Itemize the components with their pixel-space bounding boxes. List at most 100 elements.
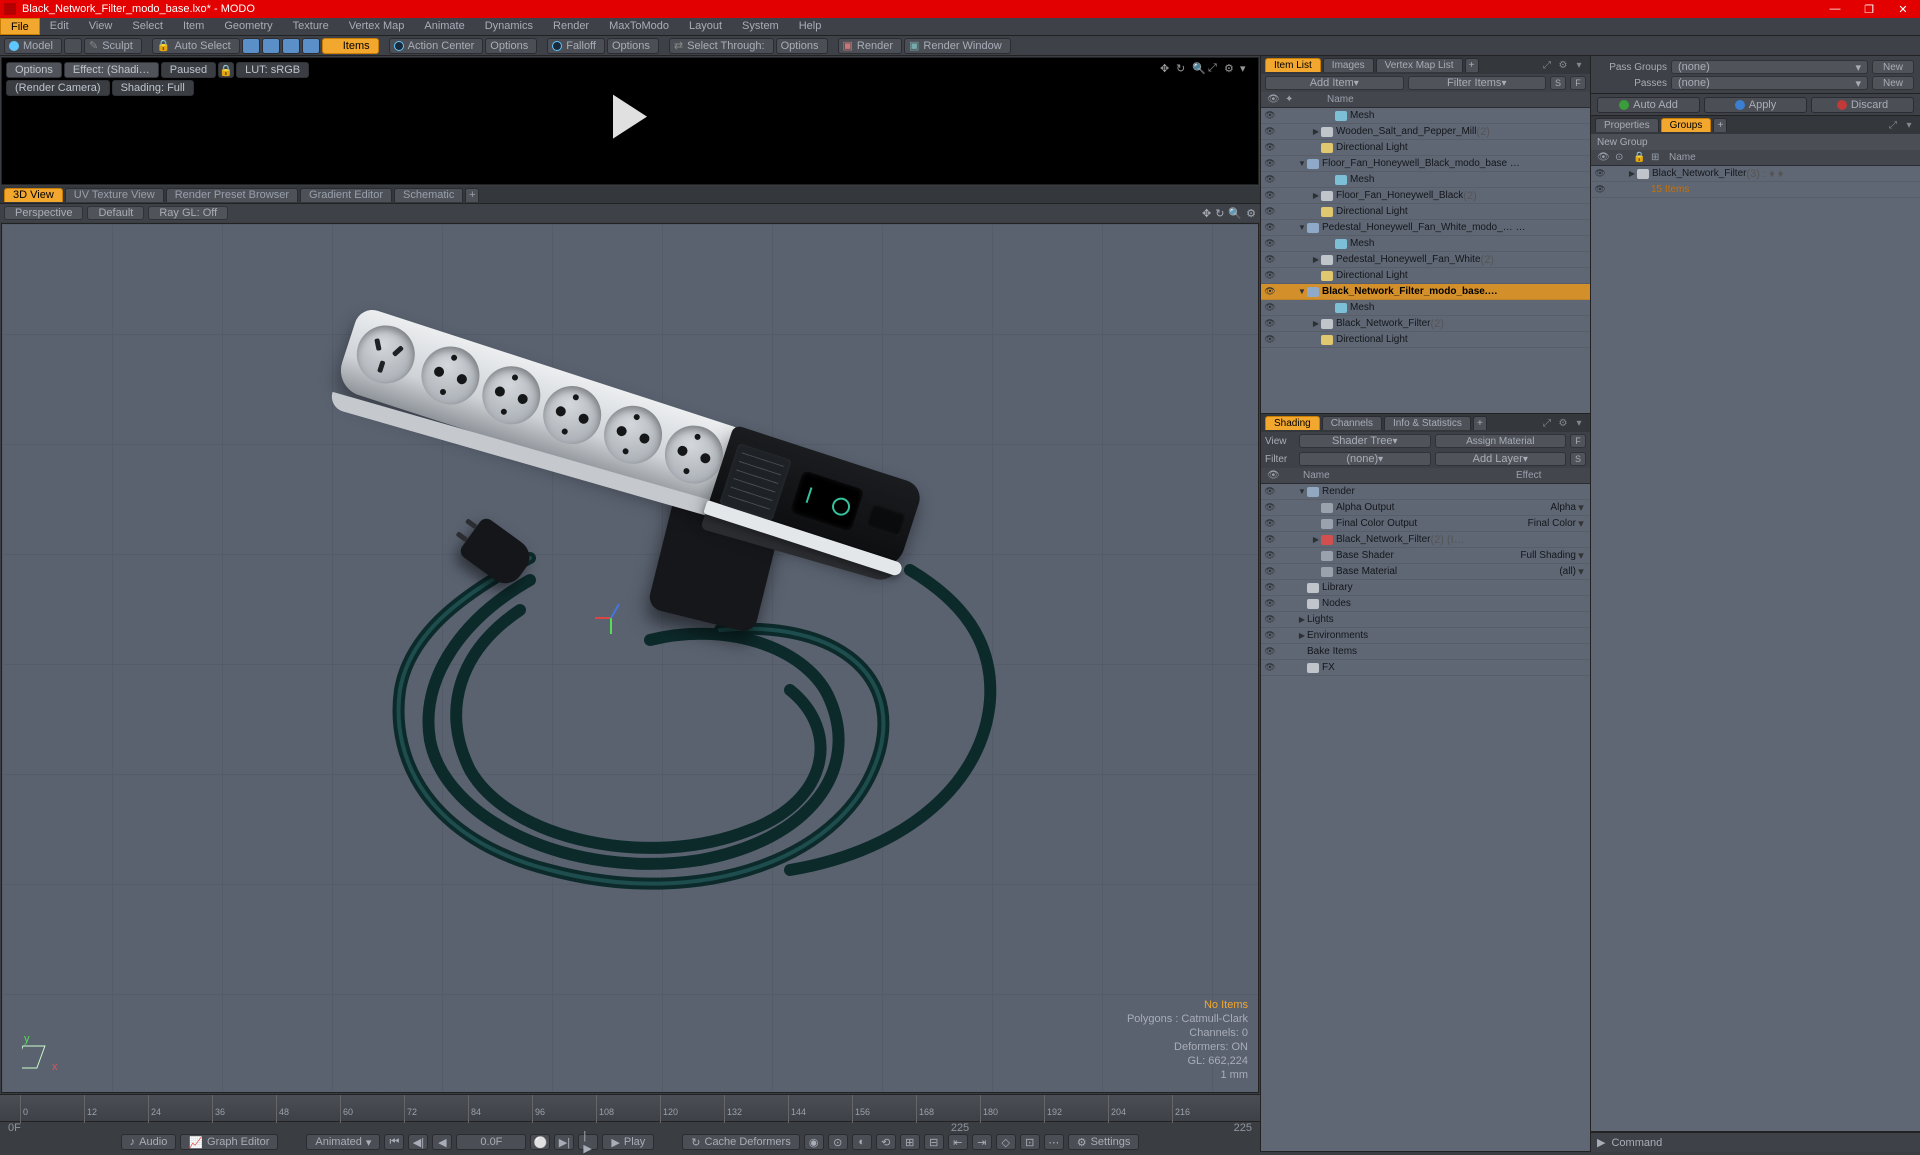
mode-sculpt[interactable]: ✎Sculpt [84, 38, 142, 54]
prev-zoom-icon[interactable]: 🔍 [1192, 62, 1206, 76]
play-icon[interactable] [613, 95, 647, 139]
pg-dropdown[interactable]: (none)▾ [1671, 60, 1868, 74]
tree-row[interactable]: 👁Alpha OutputAlpha▾ [1261, 500, 1590, 516]
sh-menu-icon[interactable]: ▾ [1572, 416, 1586, 430]
sh-filter-dropdown[interactable]: (none) ▾ [1299, 452, 1431, 466]
gr-name-header[interactable]: Name [1663, 152, 1920, 163]
tab-vertex-map-list[interactable]: Vertex Map List [1376, 58, 1463, 72]
sel-items[interactable]: Items [322, 38, 379, 54]
vp-rotate-icon[interactable]: ↻ [1215, 207, 1224, 220]
close-button[interactable]: ✕ [1886, 0, 1920, 18]
maximize-button[interactable]: ❐ [1852, 0, 1886, 18]
menu-system[interactable]: System [732, 18, 789, 35]
tl-i9[interactable]: ◇ [996, 1134, 1016, 1150]
sh-expand-icon[interactable]: ⤢ [1540, 416, 1554, 430]
tree-row[interactable]: 👁Final Color OutputFinal Color▾ [1261, 516, 1590, 532]
tab-channels[interactable]: Channels [1322, 416, 1382, 430]
tab-add[interactable]: + [1713, 118, 1727, 132]
tree-row[interactable]: 👁▶Black_Network_Filter (3) : ♦ ♦ [1591, 166, 1920, 182]
tree-row[interactable]: 👁Mesh [1261, 236, 1590, 252]
add-item-dropdown[interactable]: Add Item ▾ [1265, 76, 1404, 90]
menu-file[interactable]: File [0, 18, 40, 35]
prev-lut[interactable]: LUT: sRGB [236, 62, 309, 78]
groups-tree[interactable]: 👁▶Black_Network_Filter (3) : ♦ ♦👁15 Item… [1591, 166, 1920, 1131]
tl-first-icon[interactable]: ⏮ [384, 1134, 404, 1150]
gr-expand-icon[interactable]: ⤢ [1886, 118, 1900, 132]
sel-vert-icon[interactable] [242, 38, 260, 54]
menu-animate[interactable]: Animate [414, 18, 474, 35]
tab-add[interactable]: + [1465, 58, 1479, 72]
tree-row[interactable]: 👁▼Render [1261, 484, 1590, 500]
vtab-gradient-editor[interactable]: Gradient Editor [300, 188, 392, 202]
tl-i1[interactable]: ◉ [804, 1134, 824, 1150]
prev-effect[interactable]: Effect: (Shadi… [64, 62, 159, 78]
sel-edge-icon[interactable] [262, 38, 280, 54]
minimize-button[interactable]: — [1818, 0, 1852, 18]
tree-row[interactable]: 👁▶Environments [1261, 628, 1590, 644]
command-bar[interactable]: ▶Command [1591, 1132, 1920, 1152]
tab-info-statistics[interactable]: Info & Statistics [1384, 416, 1471, 430]
tl-i3[interactable]: ◐ [852, 1134, 872, 1150]
shader-tree-dropdown[interactable]: Shader Tree ▾ [1299, 434, 1431, 448]
render-preview[interactable]: Options Effect: (Shadi… Paused 🔒 LUT: sR… [1, 57, 1259, 185]
sh-eye-header[interactable]: 👁 [1261, 470, 1279, 481]
prev-paused[interactable]: Paused [161, 62, 216, 78]
tl-prev-icon[interactable]: ◀ [432, 1134, 452, 1150]
menu-texture[interactable]: Texture [283, 18, 339, 35]
menu-edit[interactable]: Edit [40, 18, 79, 35]
timeline-ruler[interactable]: 0122436486072849610812013214415616818019… [0, 1095, 1260, 1122]
tree-row[interactable]: 👁▼Pedestal_Honeywell_Fan_White_modo_… … [1261, 220, 1590, 236]
passes-dropdown[interactable]: (none)▾ [1671, 76, 1868, 90]
gr-h3[interactable]: 🔒 [1627, 152, 1645, 163]
menu-render[interactable]: Render [543, 18, 599, 35]
menu-help[interactable]: Help [789, 18, 832, 35]
falloff[interactable]: Falloff [547, 38, 605, 54]
tree-row[interactable]: 👁Bake Items [1261, 644, 1590, 660]
apply-button[interactable]: Apply [1704, 97, 1807, 113]
sh-f-button[interactable]: F [1570, 434, 1586, 448]
tree-row[interactable]: 👁Nodes [1261, 596, 1590, 612]
prev-shading[interactable]: Shading: Full [112, 80, 194, 96]
auto-add-button[interactable]: Auto Add [1597, 97, 1700, 113]
prev-expand-icon[interactable]: ⤢ [1208, 62, 1222, 76]
il-col2-header[interactable]: ✦ [1279, 94, 1297, 105]
tl-i11[interactable]: ⋯ [1044, 1134, 1064, 1150]
tree-row[interactable]: 👁Mesh [1261, 108, 1590, 124]
vtab-3d-view[interactable]: 3D View [4, 188, 63, 202]
vp-move-icon[interactable]: ✥ [1202, 207, 1211, 220]
vp-default[interactable]: Default [87, 206, 144, 220]
menu-dynamics[interactable]: Dynamics [475, 18, 543, 35]
vtab-render-preset-browser[interactable]: Render Preset Browser [166, 188, 298, 202]
tab-shading[interactable]: Shading [1265, 416, 1320, 430]
tl-graph[interactable]: 📈 Graph Editor [180, 1134, 278, 1150]
tl-i10[interactable]: ⊡ [1020, 1134, 1040, 1150]
sh-name-header[interactable]: Name [1297, 470, 1510, 481]
tree-row[interactable]: 👁Base Material(all)▾ [1261, 564, 1590, 580]
discard-button[interactable]: Discard [1811, 97, 1914, 113]
item-list-tree[interactable]: 👁Mesh👁▶Wooden_Salt_and_Pepper_Mill (2)👁D… [1261, 108, 1590, 413]
viewport-axis-widget[interactable]: yx [22, 1032, 62, 1072]
add-layer-dropdown[interactable]: Add Layer ▾ [1435, 452, 1567, 466]
panel-gear-icon[interactable]: ⚙ [1556, 58, 1570, 72]
tree-row[interactable]: 👁▶Black_Network_Filter (2) (I… [1261, 532, 1590, 548]
gr-h4[interactable]: ⊞ [1645, 152, 1663, 163]
menu-vertex-map[interactable]: Vertex Map [339, 18, 415, 35]
il-f-button[interactable]: F [1570, 76, 1586, 90]
sel-mat-icon[interactable] [302, 38, 320, 54]
vp-raygl[interactable]: Ray GL: Off [148, 206, 228, 220]
tree-row[interactable]: 👁▶Wooden_Salt_and_Pepper_Mill (2) [1261, 124, 1590, 140]
tab-images[interactable]: Images [1323, 58, 1374, 72]
prev-rotate-icon[interactable]: ↻ [1176, 62, 1190, 76]
tab-item-list[interactable]: Item List [1265, 58, 1321, 72]
tree-row[interactable]: 👁▶Pedestal_Honeywell_Fan_White (2) [1261, 252, 1590, 268]
tl-mode[interactable]: Animated ▾ [306, 1134, 380, 1150]
vtab-schematic[interactable]: Schematic [394, 188, 463, 202]
render-button[interactable]: ▣Render [838, 38, 902, 54]
vp-persp[interactable]: Perspective [4, 206, 83, 220]
filter-items-dropdown[interactable]: Filter Items ▾ [1408, 76, 1547, 90]
sh-gear-icon[interactable]: ⚙ [1556, 416, 1570, 430]
tl-i6[interactable]: ⊟ [924, 1134, 944, 1150]
prev-camera[interactable]: (Render Camera) [6, 80, 110, 96]
tree-row[interactable]: 👁Directional Light [1261, 204, 1590, 220]
tl-prevkey-icon[interactable]: ◀| [408, 1134, 428, 1150]
